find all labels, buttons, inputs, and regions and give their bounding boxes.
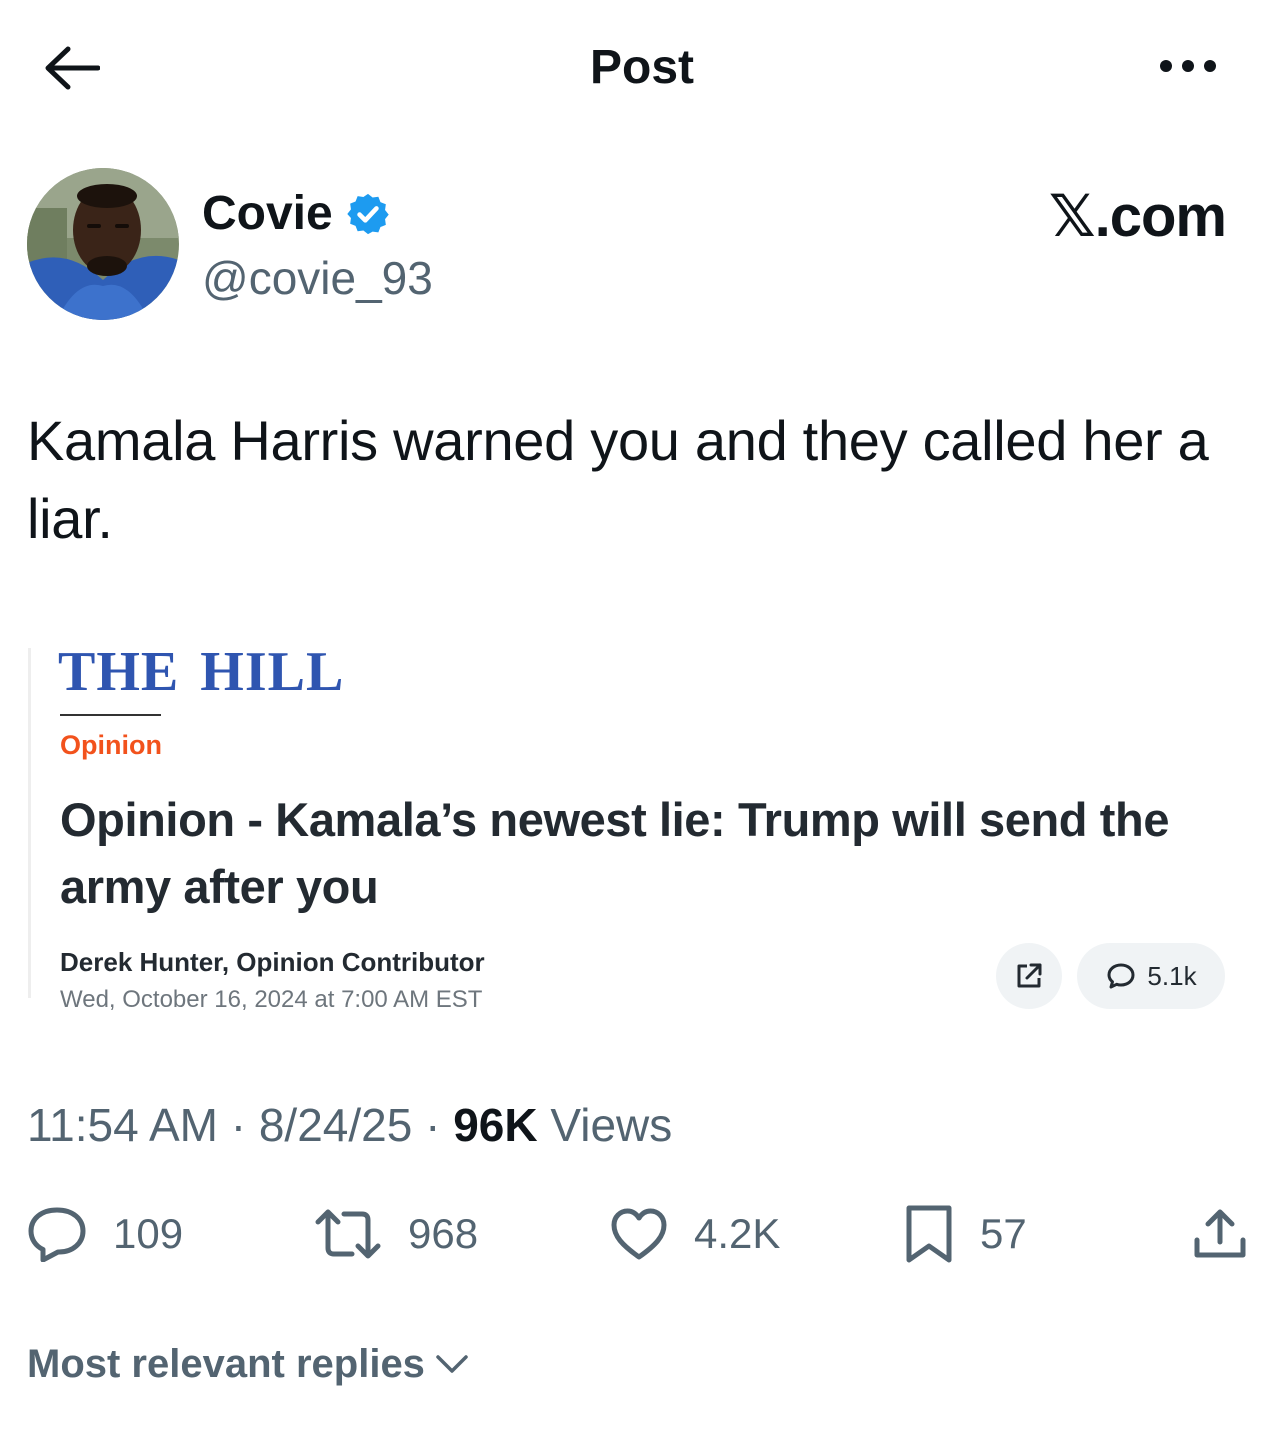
reply-icon	[28, 1207, 86, 1262]
tweet-text: Kamala Harris warned you and they called…	[27, 409, 1209, 550]
share-button[interactable]	[1192, 1204, 1248, 1264]
tweet-time[interactable]: 11:54 AM	[27, 1099, 218, 1151]
speech-bubble-icon	[1107, 963, 1135, 989]
like-count: 4.2K	[694, 1210, 781, 1257]
more-options-button[interactable]	[1150, 36, 1226, 96]
logo-divider	[60, 714, 161, 716]
bookmark-button[interactable]: 57	[904, 1204, 1027, 1264]
external-link-icon	[1017, 963, 1042, 988]
bookmark-icon	[906, 1205, 952, 1263]
views-label: Views	[550, 1099, 673, 1151]
heart-icon	[611, 1208, 667, 1260]
bookmark-count: 57	[980, 1210, 1027, 1257]
reply-count: 109	[113, 1210, 184, 1257]
author-display-name-link[interactable]: Covie	[202, 186, 391, 242]
article-headline: Opinion - Kamala’s newest lie: Trump wil…	[60, 793, 1170, 913]
share-icon	[1194, 1209, 1246, 1258]
x-com-watermark: 𝕏.com	[1048, 184, 1227, 249]
author-display-name: Covie	[202, 187, 333, 240]
replies-sort-dropdown[interactable]: Most relevant replies	[27, 1338, 469, 1390]
avatar[interactable]	[27, 168, 179, 320]
tweet-date[interactable]: 8/24/25	[259, 1099, 412, 1151]
chevron-down-icon	[436, 1355, 468, 1373]
page-title: Post	[589, 41, 694, 94]
article-comment-count: 5.1k	[1147, 960, 1197, 991]
reply-button[interactable]: 109	[27, 1204, 183, 1264]
publication-logo: THE HILL	[58, 641, 345, 703]
article-date: Wed, October 16, 2024 at 7:00 AM EST	[60, 986, 483, 1013]
repost-button[interactable]: 968	[314, 1204, 478, 1264]
more-dots-icon	[1160, 60, 1216, 72]
replies-sort-label: Most relevant replies	[27, 1342, 425, 1386]
like-button[interactable]: 4.2K	[610, 1204, 780, 1264]
views-count: 96K	[453, 1099, 538, 1151]
author-handle[interactable]: @covie_93	[202, 250, 433, 306]
article-section-tag: Opinion	[60, 730, 162, 760]
article-card-edge	[28, 648, 31, 998]
repost-count: 968	[408, 1210, 479, 1257]
tweet-meta: 11:54 AM · 8/24/25 · 96K Views	[27, 1099, 673, 1151]
verified-badge-icon	[347, 193, 389, 235]
article-comments-chip: 5.1k	[1077, 943, 1225, 1009]
repost-icon	[315, 1209, 381, 1259]
article-byline: Derek Hunter, Opinion Contributor	[60, 947, 485, 977]
avatar-image	[27, 168, 179, 320]
article-share-button	[996, 943, 1062, 1009]
